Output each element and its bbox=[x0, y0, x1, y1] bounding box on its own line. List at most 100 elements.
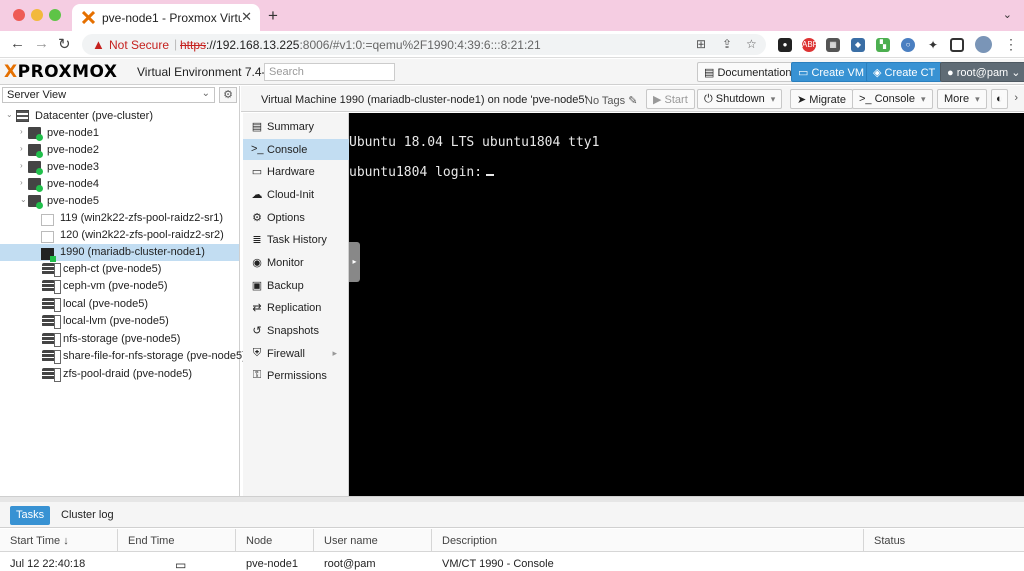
url-text[interactable]: https://192.168.13.225:8006/#v1:0:=qemu%… bbox=[180, 38, 541, 52]
datacenter-icon bbox=[16, 110, 29, 122]
puzzle-extensions-icon[interactable]: ✦ bbox=[926, 38, 940, 52]
chevron-right-icon[interactable]: › bbox=[20, 144, 23, 153]
colorful-extension-icon[interactable]: ▚ bbox=[876, 38, 890, 52]
bookmark-star-icon[interactable]: ☆ bbox=[746, 37, 757, 51]
nav-console[interactable]: >_ Console bbox=[243, 139, 349, 160]
tree-item-vm-1990[interactable]: 1990 (mariadb-cluster-node1) bbox=[0, 244, 239, 262]
nav-cloud-init[interactable]: ☁ Cloud-Init bbox=[243, 184, 349, 205]
window-close-button[interactable] bbox=[13, 9, 25, 21]
create-vm-button[interactable]: ▭ Create VM bbox=[791, 62, 872, 82]
pencil-icon[interactable]: ✎ bbox=[628, 95, 637, 107]
nav-options[interactable]: ⚙ Options bbox=[243, 207, 349, 228]
column-node[interactable]: Node bbox=[236, 529, 314, 552]
tree-item-storage-share-file[interactable]: share-file-for-nfs-storage (pve-node5) bbox=[0, 348, 246, 365]
column-user-name[interactable]: User name bbox=[314, 529, 432, 552]
vm-console-screen[interactable]: Ubuntu 18.04 LTS ubuntu1804 tty1 ubuntu1… bbox=[349, 113, 1024, 496]
forward-icon[interactable]: → bbox=[34, 35, 49, 52]
vm-running-icon bbox=[41, 248, 56, 262]
chevron-right-icon[interactable]: › bbox=[20, 161, 23, 170]
url-field[interactable]: ▲ Not Secure | https://192.168.13.225:80… bbox=[82, 34, 766, 55]
chevron-right-icon[interactable]: › bbox=[20, 178, 23, 187]
node-online-icon bbox=[28, 161, 43, 175]
nav-permissions[interactable]: ⚿ Permissions bbox=[243, 365, 349, 386]
browser-menu-icon[interactable]: ⋮ bbox=[1004, 36, 1018, 53]
tab-cluster-log[interactable]: Cluster log bbox=[55, 506, 120, 525]
qr-code-icon[interactable]: ▦ bbox=[826, 38, 840, 52]
tree-item-storage-local[interactable]: local (pve-node5) bbox=[0, 296, 239, 313]
scroll-right-icon[interactable]: › bbox=[1014, 92, 1018, 104]
tags-editor[interactable]: No Tags ✎ bbox=[585, 94, 637, 107]
extension-bear-icon[interactable]: ● bbox=[778, 38, 792, 52]
circle-extension-icon[interactable]: ○ bbox=[901, 38, 915, 52]
nav-replication[interactable]: ⇄ Replication bbox=[243, 297, 349, 318]
node-online-icon bbox=[28, 195, 43, 209]
tree-item-pve-node1[interactable]: › pve-node1 bbox=[0, 125, 239, 142]
tree-item-pve-node5[interactable]: ⌄ pve-node5 bbox=[0, 193, 239, 210]
chevron-down-icon[interactable]: ⌄ bbox=[6, 110, 13, 119]
help-button[interactable]: ◐ bbox=[991, 89, 1008, 109]
browser-tab[interactable]: pve-node1 - Proxmox Virtual Environment … bbox=[72, 4, 260, 31]
nav-monitor[interactable]: ◉ Monitor bbox=[243, 252, 349, 273]
tree-item-pve-node2[interactable]: › pve-node2 bbox=[0, 142, 239, 159]
vm-nav-menu: ▤ Summary >_ Console ▭ Hardware ☁ Cloud-… bbox=[243, 113, 349, 496]
security-status[interactable]: Not Secure bbox=[109, 38, 169, 52]
cell-user: root@pam bbox=[324, 558, 376, 570]
tree-item-storage-ceph-vm[interactable]: ceph-vm (pve-node5) bbox=[0, 278, 239, 295]
documentation-button[interactable]: ▤ Documentation bbox=[697, 62, 799, 82]
tree-item-vm-119[interactable]: 119 (win2k22-zfs-pool-raidz2-sr1) bbox=[0, 210, 239, 227]
storage-icon bbox=[42, 333, 61, 347]
chevron-down-icon[interactable]: ▾ bbox=[921, 94, 926, 104]
table-row[interactable]: Jul 12 22:40:18 ▭ pve-node1 root@pam VM/… bbox=[0, 553, 1024, 571]
chevron-right-icon[interactable]: › bbox=[20, 127, 23, 136]
tree-item-storage-local-lvm[interactable]: local-lvm (pve-node5) bbox=[0, 313, 239, 330]
tree-item-pve-node4[interactable]: › pve-node4 bbox=[0, 176, 239, 193]
sidepanel-icon[interactable] bbox=[950, 38, 964, 52]
share-icon[interactable]: ⇪ bbox=[722, 37, 732, 51]
window-minimize-button[interactable] bbox=[31, 9, 43, 21]
window-zoom-button[interactable] bbox=[49, 9, 61, 21]
column-start-time[interactable]: Start Time ↓ bbox=[0, 529, 118, 552]
back-icon[interactable]: ← bbox=[10, 35, 25, 52]
user-menu-button[interactable]: ● root@pam ⌄ bbox=[940, 62, 1024, 82]
column-description[interactable]: Description bbox=[432, 529, 864, 552]
profile-avatar[interactable] bbox=[975, 36, 992, 53]
shield-extension-icon[interactable]: ◆ bbox=[851, 38, 865, 52]
floppy-icon: ▣ bbox=[251, 280, 263, 292]
collapse-menu-handle[interactable]: ▸ bbox=[349, 242, 360, 282]
column-end-time[interactable]: End Time bbox=[118, 529, 236, 552]
tree-item-storage-nfs[interactable]: nfs-storage (pve-node5) bbox=[0, 331, 239, 348]
tab-close-icon[interactable]: ✕ bbox=[241, 9, 252, 25]
start-button[interactable]: ▶ Start bbox=[646, 89, 695, 109]
tree-item-storage-ceph-ct[interactable]: ceph-ct (pve-node5) bbox=[0, 261, 239, 278]
tab-search-icon[interactable]: ⌄ bbox=[1003, 8, 1012, 21]
tree-item-datacenter[interactable]: ⌄ Datacenter (pve-cluster) bbox=[0, 108, 239, 125]
view-selector[interactable]: Server View ⌄ bbox=[2, 87, 215, 103]
storage-icon bbox=[42, 350, 61, 364]
nav-snapshots[interactable]: ↺ Snapshots bbox=[243, 320, 349, 341]
nav-backup[interactable]: ▣ Backup bbox=[243, 275, 349, 296]
shutdown-button[interactable]: ⏻ Shutdown ▾ bbox=[697, 89, 783, 109]
chevron-down-icon[interactable]: ▾ bbox=[771, 94, 776, 104]
tab-tasks[interactable]: Tasks bbox=[10, 506, 51, 525]
tree-item-vm-120[interactable]: 120 (win2k22-zfs-pool-raidz2-sr2) bbox=[0, 227, 239, 244]
translate-icon[interactable]: ⊞ bbox=[696, 37, 706, 51]
chevron-down-icon[interactable]: ⌄ bbox=[20, 195, 27, 204]
tree-item-storage-zfs[interactable]: zfs-pool-draid (pve-node5) bbox=[0, 366, 239, 383]
new-tab-button[interactable]: + bbox=[268, 6, 278, 26]
chevron-down-icon[interactable]: ▾ bbox=[975, 94, 980, 104]
column-status[interactable]: Status bbox=[864, 529, 1024, 552]
nav-summary[interactable]: ▤ Summary bbox=[243, 116, 349, 137]
migrate-button[interactable]: ➤ Migrate bbox=[790, 89, 853, 109]
more-button[interactable]: More ▾ bbox=[937, 89, 987, 109]
tree-item-pve-node3[interactable]: › pve-node3 bbox=[0, 159, 239, 176]
reload-icon[interactable]: ↻ bbox=[58, 35, 71, 53]
create-ct-button[interactable]: ◈ Create CT bbox=[866, 62, 943, 82]
search-input[interactable]: Search bbox=[264, 63, 395, 81]
adblock-icon[interactable]: ABP bbox=[802, 38, 818, 52]
nav-task-history[interactable]: ≣ Task History bbox=[243, 229, 349, 250]
console-button[interactable]: >_ Console ▾ bbox=[852, 89, 933, 109]
storage-icon bbox=[42, 368, 61, 382]
gear-icon[interactable]: ⚙ bbox=[219, 87, 237, 103]
nav-firewall[interactable]: ⛨ Firewall ▸ bbox=[243, 343, 349, 364]
nav-hardware[interactable]: ▭ Hardware bbox=[243, 161, 349, 182]
